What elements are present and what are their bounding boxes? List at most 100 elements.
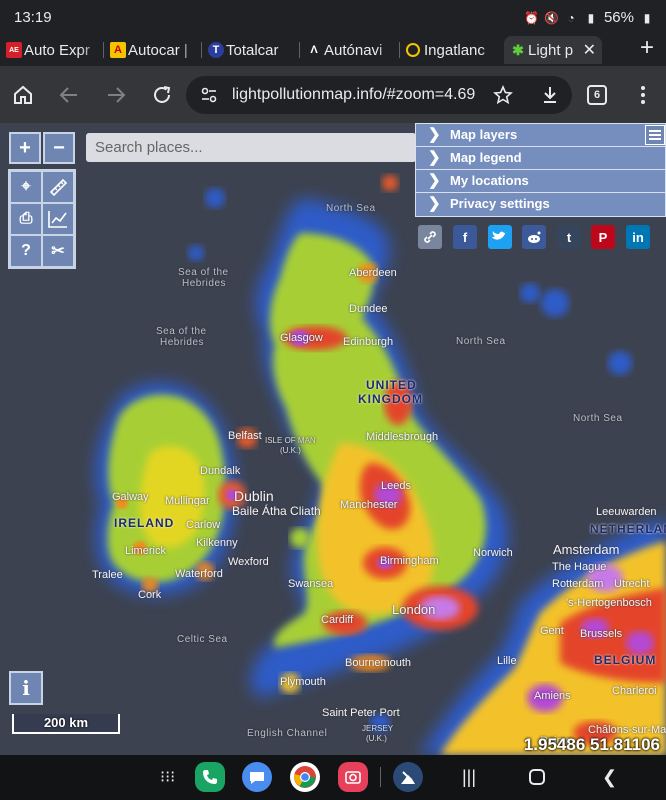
- map-label: Wexford: [228, 556, 269, 568]
- back-nav-button[interactable]: ❮: [602, 767, 617, 788]
- facebook-icon[interactable]: f: [453, 225, 477, 249]
- reload-button[interactable]: [149, 82, 175, 108]
- map-side-menu: ❯ Map layers ❯ Map legend ❯ My locations…: [415, 123, 666, 217]
- ingatlan-favicon: [406, 43, 420, 57]
- camera-app-icon[interactable]: [338, 762, 368, 792]
- menu-item-my-locations[interactable]: ❯ My locations: [416, 170, 666, 193]
- scale-bar: 200 km: [12, 714, 120, 734]
- recents-button[interactable]: |||: [462, 767, 476, 788]
- map-label: The Hague: [552, 561, 607, 573]
- tab-autocar[interactable]: A Autocar |: [104, 36, 202, 64]
- map-label: UNITED: [366, 378, 417, 392]
- link-icon[interactable]: [418, 225, 442, 249]
- more-menu-button[interactable]: [630, 82, 656, 108]
- map-label: NETHERLANDS: [590, 522, 666, 536]
- map-canvas[interactable]: [0, 123, 666, 755]
- menu-item-label: Map layers: [450, 127, 518, 142]
- tab-autonavi[interactable]: Λ Autónavi: [300, 36, 400, 64]
- twitter-icon[interactable]: [488, 225, 512, 249]
- light-pollution-favicon: ✱: [512, 41, 524, 58]
- star-icon[interactable]: [493, 85, 513, 105]
- chevron-right-icon: ❯: [428, 195, 441, 212]
- tab-ingatlan[interactable]: Ingatlanc: [400, 36, 504, 64]
- map-label: Amiens: [534, 690, 571, 702]
- hamburger-icon[interactable]: [645, 125, 665, 145]
- map-label: Kilkenny: [196, 537, 238, 549]
- linkedin-icon[interactable]: in: [626, 225, 650, 249]
- home-button[interactable]: [10, 82, 36, 108]
- download-icon[interactable]: [540, 85, 560, 105]
- menu-item-label: Privacy settings: [450, 196, 550, 211]
- light-pollution-map[interactable]: North Sea Sea of the Hebrides Sea of the…: [0, 123, 666, 755]
- map-label: (U.K.): [366, 734, 387, 743]
- map-label: Tralee: [92, 569, 123, 581]
- back-icon: [59, 87, 77, 103]
- geolocate-icon[interactable]: ⌖: [10, 171, 42, 203]
- map-label: Swansea: [288, 578, 334, 590]
- alarm-icon: ⏰: [523, 10, 539, 25]
- menu-item-label: My locations: [450, 173, 529, 188]
- menu-item-privacy-settings[interactable]: ❯ Privacy settings: [416, 193, 666, 216]
- tab-switcher-button[interactable]: 6: [587, 85, 607, 105]
- map-label: Mullingar: [165, 495, 210, 507]
- pinterest-icon[interactable]: P: [591, 225, 615, 249]
- info-button[interactable]: i: [9, 671, 43, 705]
- map-label: North Sea: [456, 336, 506, 347]
- menu-item-map-layers[interactable]: ❯ Map layers: [416, 124, 666, 147]
- tab-auto-express[interactable]: AE Auto Expr: [0, 36, 104, 64]
- help-icon[interactable]: ?: [10, 235, 42, 267]
- map-label: (U.K.): [280, 446, 301, 455]
- map-label: Baile Átha Cliath: [232, 504, 321, 518]
- phone-app-icon[interactable]: [195, 762, 225, 792]
- forward-button[interactable]: [103, 82, 129, 108]
- chrome-app-icon[interactable]: [290, 762, 320, 792]
- totalcar-favicon: T: [208, 42, 224, 58]
- tab-light-pollution[interactable]: ✱ Light p ✕: [504, 36, 602, 64]
- menu-item-map-legend[interactable]: ❯ Map legend: [416, 147, 666, 170]
- tab-totalcar[interactable]: T Totalcar: [202, 36, 300, 64]
- map-label: Edinburgh: [343, 336, 394, 348]
- reddit-icon[interactable]: [522, 225, 546, 249]
- map-label: Middlesbrough: [366, 431, 439, 443]
- tumblr-icon[interactable]: t: [557, 225, 581, 249]
- zoom-in-button[interactable]: +: [9, 132, 41, 164]
- map-label: ISLE OF MAN: [265, 436, 316, 445]
- cursor-coordinates: 1.95486 51.81106: [523, 735, 660, 754]
- chevron-right-icon: ❯: [428, 126, 441, 143]
- new-tab-button[interactable]: +: [640, 36, 654, 60]
- map-label: Glasgow: [280, 332, 323, 344]
- map-label: Charleroi: [612, 685, 657, 697]
- tab-label: Light p: [528, 41, 574, 59]
- print-icon[interactable]: ⎙: [10, 203, 42, 235]
- map-label: Waterford: [175, 568, 223, 580]
- map-label: English Channel: [247, 728, 328, 739]
- home-nav-button[interactable]: [529, 769, 545, 785]
- map-label: 's-Hertogenbosch: [566, 597, 652, 609]
- chevron-right-icon: ❯: [428, 149, 441, 166]
- measure-ruler-icon[interactable]: [42, 171, 74, 203]
- tools-icon[interactable]: ✂: [42, 235, 74, 267]
- map-label: Celtic Sea: [177, 634, 228, 645]
- map-tools: ⌖ ⎙ ? ✂: [8, 169, 76, 269]
- map-label: Leeds: [381, 480, 411, 492]
- battery-percent: 56%: [603, 9, 634, 26]
- app-drawer-icon[interactable]: ⁝⁝⁝: [160, 767, 175, 787]
- map-label: Lille: [497, 655, 517, 667]
- tab-strip: AE Auto Expr A Autocar | T Totalcar Λ Au…: [0, 34, 666, 66]
- site-settings-icon[interactable]: [200, 86, 218, 104]
- chart-icon[interactable]: [42, 203, 74, 235]
- map-label: Sea of the: [156, 326, 207, 337]
- tab-label: Autónavi: [324, 41, 383, 59]
- back-button[interactable]: [56, 82, 82, 108]
- map-label: Dublin: [234, 488, 274, 504]
- zoom-out-button[interactable]: −: [43, 132, 75, 164]
- address-bar[interactable]: lightpollutionmap.info/#zoom=4.69: [186, 76, 572, 114]
- messages-app-icon[interactable]: [242, 762, 272, 792]
- recent-app-icon[interactable]: [393, 762, 423, 792]
- close-tab-icon[interactable]: ✕: [583, 40, 596, 60]
- search-places-input[interactable]: Search places...: [86, 133, 416, 162]
- url-text[interactable]: lightpollutionmap.info/#zoom=4.69: [232, 86, 478, 104]
- map-label: Limerick: [125, 545, 166, 557]
- map-label: Hebrides: [160, 337, 205, 348]
- reload-icon: [154, 86, 171, 103]
